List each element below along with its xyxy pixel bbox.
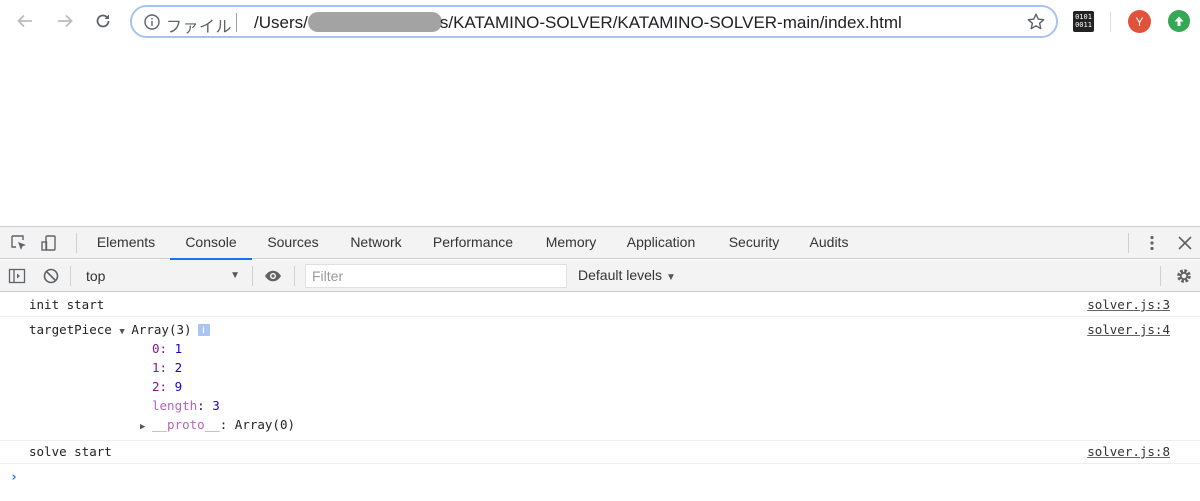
omnibox-divider	[236, 13, 237, 32]
tabbar-divider	[76, 233, 77, 253]
property-value: 9	[174, 379, 183, 394]
tab-elements[interactable]: Elements	[84, 227, 168, 259]
dropdown-arrow-icon: ▼	[666, 272, 676, 283]
log-label: targetPiece	[29, 322, 112, 337]
tab-console[interactable]: Console	[170, 227, 252, 260]
sidebar-toggle-icon[interactable]	[8, 267, 26, 285]
array-property: 2: 9	[152, 379, 183, 394]
property-key: 2	[152, 379, 160, 394]
url-text[interactable]: /Users/s/KATAMINO-SOLVER/KATAMINO-SOLVER…	[254, 12, 902, 33]
console-message: solve start solver.js:8	[0, 441, 1200, 464]
filterbar-divider	[70, 266, 71, 286]
tab-security[interactable]: Security	[718, 227, 790, 259]
tabbar-right-divider	[1128, 233, 1129, 253]
profile-avatar[interactable]: Y	[1128, 10, 1151, 33]
console-message-text: targetPiece ▼ Array(3) i	[29, 322, 210, 337]
filterbar-divider	[252, 266, 253, 286]
console-message-text: init start	[29, 297, 105, 312]
property-key: 1	[152, 360, 160, 375]
context-selector[interactable]: top ▼	[72, 263, 250, 289]
array-property: length: 3	[152, 398, 220, 413]
url-scheme-label: ファイル	[166, 17, 233, 36]
console-prompt-chevron-icon[interactable]: ›	[10, 470, 18, 485]
bookmark-star-icon[interactable]	[1026, 12, 1046, 32]
tab-application[interactable]: Application	[616, 227, 706, 259]
info-icon[interactable]	[144, 14, 160, 30]
devtools-panel: Elements Console Sources Network Perform…	[0, 226, 1200, 501]
devtools-tabbar: Elements Console Sources Network Perform…	[0, 227, 1200, 260]
forward-arrow-icon[interactable]	[54, 10, 76, 32]
browser-toolbar: ファイル /Users/s/KATAMINO-SOLVER/KATAMINO-S…	[0, 0, 1200, 44]
expand-triangle-icon[interactable]: ▼	[119, 327, 131, 337]
expand-triangle-icon[interactable]: ▶	[140, 422, 152, 432]
console-filter-input[interactable]	[305, 264, 567, 288]
filterbar-divider	[1160, 266, 1161, 286]
log-levels-label: Default levels	[578, 267, 663, 283]
reload-icon[interactable]	[92, 10, 114, 32]
property-key: length	[152, 398, 198, 413]
console-message: init start solver.js:3	[0, 293, 1200, 317]
filterbar-divider	[294, 266, 295, 286]
tab-performance[interactable]: Performance	[422, 227, 524, 259]
clear-console-icon[interactable]	[42, 267, 60, 285]
property-key: __proto__	[152, 417, 220, 432]
console-message-text: solve start	[29, 444, 112, 459]
tab-sources[interactable]: Sources	[256, 227, 330, 259]
array-summary[interactable]: Array(3)	[131, 322, 191, 337]
dropdown-arrow-icon: ▼	[230, 270, 240, 281]
live-expression-eye-icon[interactable]	[264, 267, 282, 285]
property-value: Array(0)	[234, 417, 296, 432]
info-badge-icon[interactable]: i	[197, 324, 210, 336]
console-message: targetPiece ▼ Array(3) i solver.js:4 0: 1 …	[0, 317, 1200, 441]
array-property: 0: 1	[152, 341, 183, 356]
source-link[interactable]: solver.js:3	[1087, 297, 1170, 312]
source-link[interactable]: solver.js:4	[1087, 322, 1170, 337]
update-arrow-icon[interactable]	[1168, 10, 1190, 32]
context-value: top	[86, 268, 106, 284]
inspect-element-icon[interactable]	[10, 234, 28, 252]
property-key: 0	[152, 341, 160, 356]
source-link[interactable]: solver.js:8	[1087, 444, 1170, 459]
more-options-icon[interactable]	[1143, 234, 1161, 252]
url-prefix: /Users/	[254, 13, 308, 32]
device-toolbar-icon[interactable]	[40, 234, 58, 252]
property-value: 2	[174, 360, 183, 375]
tab-network[interactable]: Network	[338, 227, 414, 259]
console-filter-bar: top ▼ Default levels▼	[0, 260, 1200, 292]
back-arrow-icon[interactable]	[14, 10, 36, 32]
log-levels-dropdown[interactable]: Default levels ▼	[578, 260, 676, 292]
tab-audits[interactable]: Audits	[798, 227, 860, 259]
binary-extension-icon[interactable]: 0101 0011	[1073, 11, 1094, 32]
tab-memory[interactable]: Memory	[534, 227, 608, 259]
redacted-username	[307, 12, 442, 32]
array-property[interactable]: ▶ __proto__: Array(0)	[140, 417, 295, 432]
console-output: init start solver.js:3 targetPiece ▼ Arra…	[0, 293, 1200, 501]
property-value: 1	[174, 341, 183, 356]
settings-gear-icon[interactable]	[1175, 267, 1193, 285]
array-property: 1: 2	[152, 360, 183, 375]
address-bar[interactable]: ファイル /Users/s/KATAMINO-SOLVER/KATAMINO-S…	[130, 5, 1058, 38]
close-icon[interactable]	[1176, 234, 1194, 252]
toolbar-divider	[1110, 12, 1111, 32]
url-suffix: s/KATAMINO-SOLVER/KATAMINO-SOLVER-main/i…	[439, 13, 902, 32]
property-value: 3	[212, 398, 220, 413]
